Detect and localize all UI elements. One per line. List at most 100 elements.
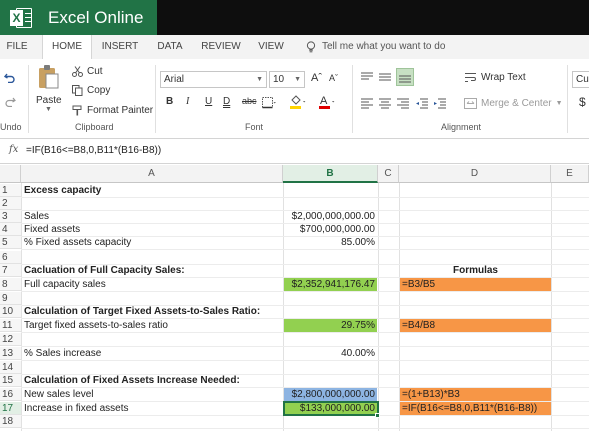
number-format-dropdown[interactable]: Cur <box>572 71 589 88</box>
cell-b11[interactable]: 29.75% <box>284 319 377 332</box>
copy-button[interactable]: Copy <box>72 85 110 96</box>
row-header[interactable]: 12 <box>0 333 21 346</box>
row-header[interactable]: 8 <box>0 278 21 291</box>
increase-indent-icon[interactable] <box>433 97 447 109</box>
tab-insert[interactable]: INSERT <box>97 35 143 59</box>
merge-center-label: Merge & Center <box>481 98 552 109</box>
formula-input[interactable]: =IF(B16<=B8,0,B11*(B16-B8)) <box>26 145 161 156</box>
bold-icon[interactable]: B <box>166 96 173 107</box>
font-size-dropdown[interactable]: 10 ▼ <box>269 71 305 88</box>
clipboard-icon <box>39 65 59 89</box>
font-color-icon[interactable]: A <box>318 94 336 110</box>
paste-button[interactable]: Paste ▼ <box>36 64 64 114</box>
row-header[interactable]: 1 <box>0 184 21 197</box>
undo-label: Undo <box>0 122 22 132</box>
row-header[interactable]: 16 <box>0 388 21 401</box>
cell-d17[interactable]: =IF(B16<=B8,0,B11*(B16-B8)) <box>402 402 537 415</box>
row-header[interactable]: 14 <box>0 361 21 374</box>
cell-a7[interactable]: Cacluation of Full Capacity Sales: <box>24 264 185 277</box>
grid-line <box>21 332 589 333</box>
font-name-dropdown[interactable]: Arial ▼ <box>160 71 267 88</box>
active-cell-selection[interactable] <box>283 401 379 416</box>
cell-a16[interactable]: New sales level <box>24 388 93 401</box>
grid-line <box>551 183 552 431</box>
double-underline-icon[interactable]: D <box>223 96 230 107</box>
fill-color-icon[interactable] <box>289 94 307 110</box>
column-header-a[interactable]: A <box>21 165 283 183</box>
italic-icon[interactable]: I <box>186 96 189 107</box>
cell-a17[interactable]: Increase in fixed assets <box>24 402 129 415</box>
clipboard-group-label: Clipboard <box>75 122 114 132</box>
align-middle-icon[interactable] <box>378 71 392 83</box>
tab-data[interactable]: DATA <box>152 35 188 59</box>
cell-b4[interactable]: $700,000,000.00 <box>284 223 377 236</box>
font-group-label: Font <box>245 122 264 132</box>
row-header[interactable]: 7 <box>0 264 21 277</box>
merge-cells-icon <box>464 98 477 109</box>
cell-b8[interactable]: $2,352,941,176.47 <box>284 278 377 291</box>
row-header[interactable]: 15 <box>0 374 21 387</box>
row-header[interactable]: 9 <box>0 292 21 305</box>
cell-a3[interactable]: Sales <box>24 210 49 223</box>
tab-view[interactable]: VIEW <box>253 35 289 59</box>
tell-me-search[interactable]: Tell me what you want to do <box>306 35 445 59</box>
borders-icon[interactable] <box>262 97 276 109</box>
row-header[interactable]: 3 <box>0 210 21 223</box>
cell-b16[interactable]: $2,800,000,000.00 <box>284 388 377 401</box>
cell-a5[interactable]: % Fixed assets capacity <box>24 236 131 249</box>
cell-d11[interactable]: =B4/B8 <box>402 319 435 332</box>
ribbon-separator <box>155 65 156 133</box>
scissors-icon <box>72 66 83 77</box>
row-header[interactable]: 6 <box>0 251 21 264</box>
row-header[interactable]: 10 <box>0 305 21 318</box>
cell-b13[interactable]: 40.00% <box>284 347 377 360</box>
tab-review[interactable]: REVIEW <box>197 35 245 59</box>
cell-a8[interactable]: Full capacity sales <box>24 278 106 291</box>
app-title-area[interactable]: X Excel Online <box>0 0 157 35</box>
undo-icon[interactable] <box>4 71 16 83</box>
strikethrough-icon[interactable]: abc <box>242 96 257 106</box>
tab-home[interactable]: HOME <box>42 35 92 59</box>
cell-d16[interactable]: =(1+B13)*B3 <box>402 388 460 401</box>
align-right-icon[interactable] <box>396 97 410 109</box>
column-header-e[interactable]: E <box>551 165 589 183</box>
column-header-d[interactable]: D <box>399 165 551 183</box>
row-header[interactable]: 13 <box>0 347 21 360</box>
row-header[interactable]: 18 <box>0 415 21 428</box>
row-header[interactable]: 11 <box>0 319 21 332</box>
row-header[interactable]: 17 <box>0 402 21 415</box>
cell-a13[interactable]: % Sales increase <box>24 347 101 360</box>
grow-font-icon[interactable]: Aˆ <box>311 72 322 84</box>
cell-a10[interactable]: Calculation of Target Fixed Assets-to-Sa… <box>24 305 260 318</box>
cell-b5[interactable]: 85.00% <box>284 236 377 249</box>
function-icon[interactable]: fx <box>9 144 18 155</box>
align-top-icon[interactable] <box>360 71 374 83</box>
cell-a15[interactable]: Calculation of Fixed Assets Increase Nee… <box>24 374 240 387</box>
align-bottom-icon[interactable] <box>396 68 414 86</box>
row-header[interactable]: 2 <box>0 197 21 210</box>
tab-file[interactable]: FILE <box>0 35 34 59</box>
cell-a11[interactable]: Target fixed assets-to-sales ratio <box>24 319 168 332</box>
align-left-icon[interactable] <box>360 97 374 109</box>
cell-d8[interactable]: =B3/B5 <box>402 278 435 291</box>
merge-center-button[interactable]: Merge & Center ▼ <box>464 98 563 109</box>
underline-icon[interactable]: U <box>205 96 212 107</box>
wrap-text-button[interactable]: Wrap Text <box>464 72 526 83</box>
align-center-icon[interactable] <box>378 97 392 109</box>
format-painter-button[interactable]: Format Painter <box>72 105 153 116</box>
cell-a4[interactable]: Fixed assets <box>24 223 80 236</box>
cut-button[interactable]: Cut <box>72 66 103 77</box>
cell-a1[interactable]: Excess capacity <box>24 184 101 197</box>
row-header[interactable]: 4 <box>0 223 21 236</box>
cell-b3[interactable]: $2,000,000,000.00 <box>284 210 377 223</box>
select-all-corner[interactable] <box>0 165 21 183</box>
column-header-b[interactable]: B <box>283 165 378 183</box>
shrink-font-icon[interactable]: Aˇ <box>329 73 338 83</box>
currency-icon[interactable]: $ <box>579 95 586 109</box>
column-header-c[interactable]: C <box>378 165 399 183</box>
decrease-indent-icon[interactable] <box>415 97 429 109</box>
fill-handle[interactable] <box>375 413 380 418</box>
row-header[interactable]: 5 <box>0 236 21 249</box>
redo-icon[interactable] <box>4 95 16 107</box>
cell-d7[interactable]: Formulas <box>400 264 551 277</box>
